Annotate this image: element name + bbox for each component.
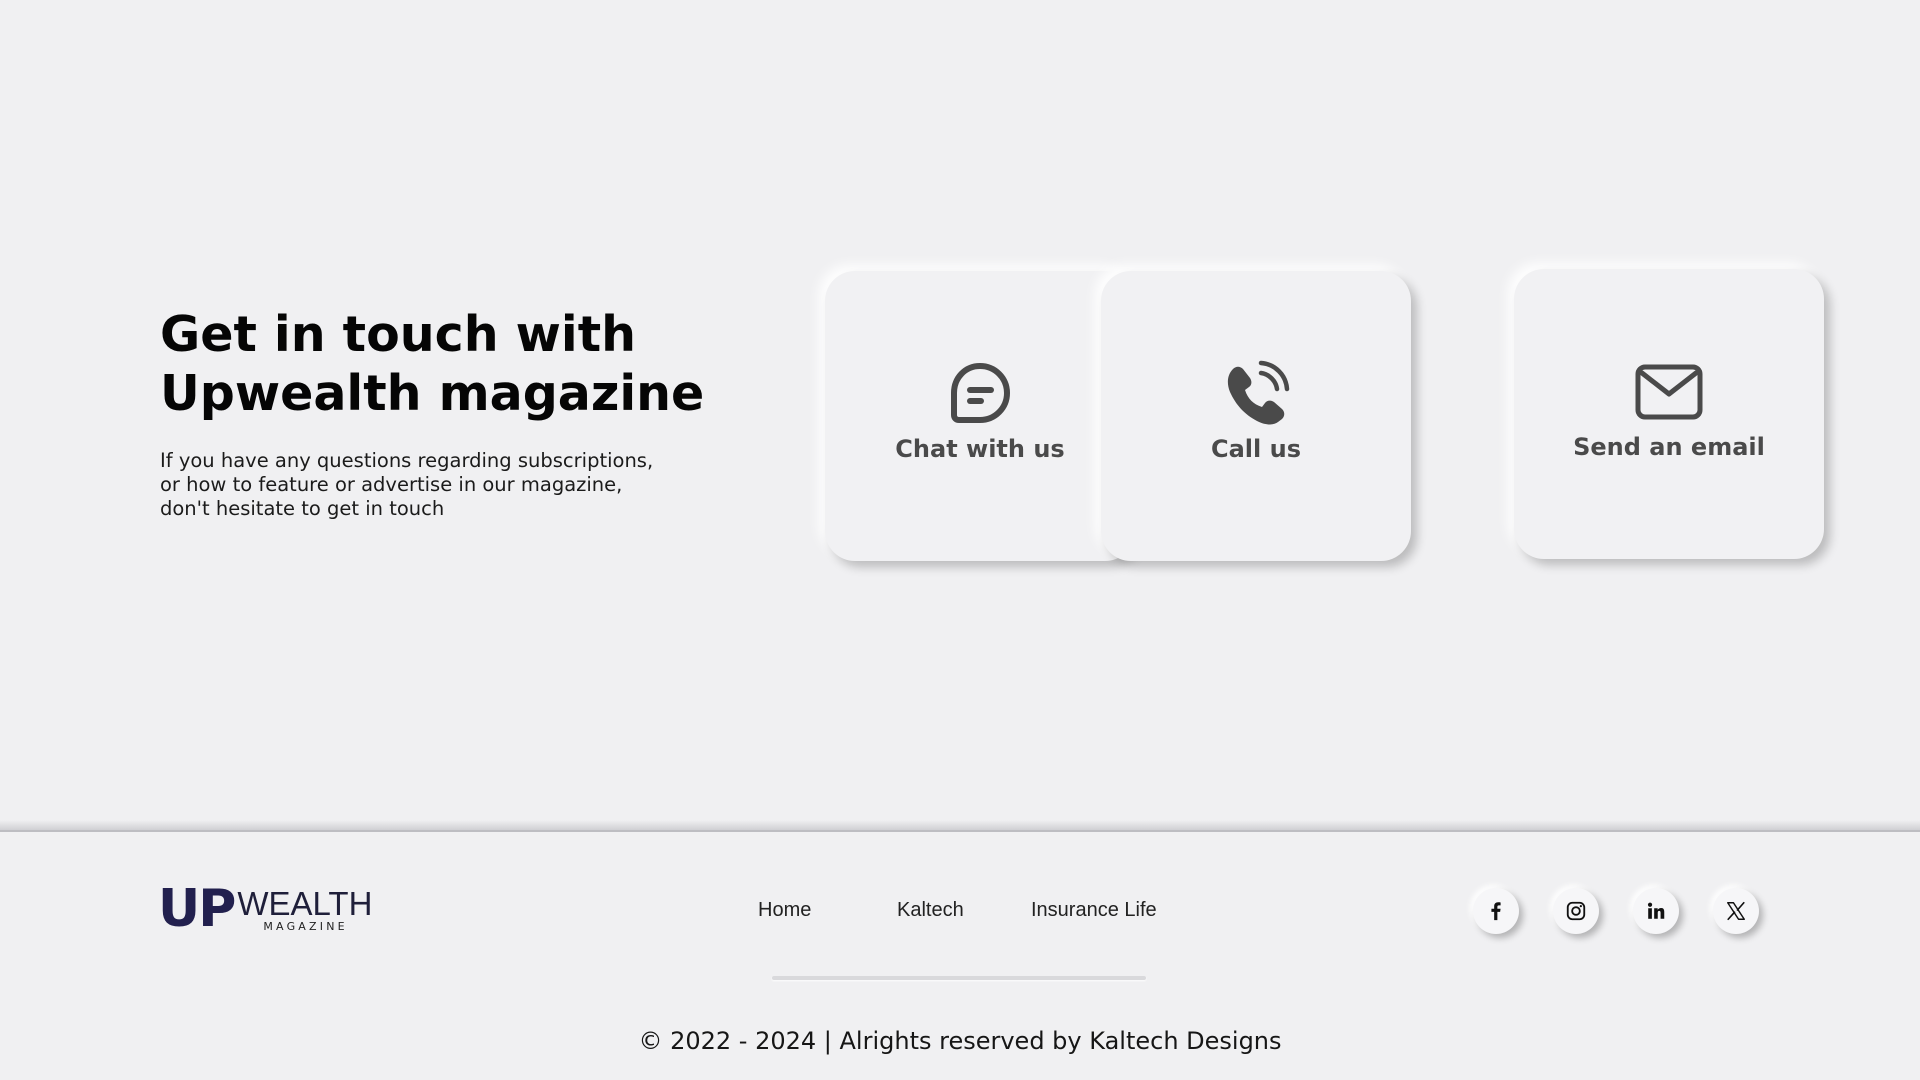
footer-nav-home[interactable]: Home bbox=[758, 899, 811, 922]
call-us-label: Call us bbox=[1211, 435, 1301, 463]
hero-description-line-2: or how to feature or advertise in our ma… bbox=[160, 473, 623, 496]
facebook-icon bbox=[1491, 902, 1501, 921]
chat-bubble-icon bbox=[945, 359, 1015, 429]
page-title-line-1: Get in touch with bbox=[160, 306, 637, 363]
page-title: Get in touch with Upwealth magazine bbox=[160, 305, 720, 423]
phone-icon bbox=[1221, 359, 1291, 429]
x-icon bbox=[1727, 901, 1745, 921]
chat-with-us-label: Chat with us bbox=[895, 435, 1065, 463]
instagram-button[interactable] bbox=[1553, 888, 1599, 934]
logo-tagline: MAGAZINE bbox=[263, 920, 348, 933]
hero-description: If you have any questions regarding subs… bbox=[160, 449, 720, 521]
instagram-icon bbox=[1566, 901, 1586, 921]
footer-nav-insurance-life[interactable]: Insurance Life bbox=[1031, 899, 1157, 922]
x-button[interactable] bbox=[1713, 888, 1759, 934]
copyright-text: © 2022 - 2024 | Alrights reserved by Kal… bbox=[638, 1027, 1282, 1055]
logo-right: WEALTH MAGAZINE bbox=[237, 887, 372, 933]
send-email-card[interactable]: Send an email bbox=[1514, 269, 1824, 559]
hero-description-line-3: don't hesitate to get in touch bbox=[160, 497, 445, 520]
upwealth-logo[interactable]: UP WEALTH MAGAZINE bbox=[158, 879, 372, 939]
linkedin-icon bbox=[1647, 902, 1665, 919]
send-email-label: Send an email bbox=[1573, 433, 1765, 461]
nav-underline bbox=[772, 976, 1146, 980]
page-title-line-2: Upwealth magazine bbox=[160, 365, 705, 422]
hero-description-line-1: If you have any questions regarding subs… bbox=[160, 449, 654, 472]
chat-with-us-card[interactable]: Chat with us bbox=[825, 271, 1135, 561]
call-us-card[interactable]: Call us bbox=[1101, 271, 1411, 561]
footer-divider bbox=[0, 830, 1920, 832]
envelope-icon bbox=[1634, 357, 1704, 427]
logo-wealth-text: WEALTH bbox=[237, 885, 373, 922]
logo-up-text: UP bbox=[158, 879, 236, 939]
footer-nav-kaltech[interactable]: Kaltech bbox=[897, 899, 964, 922]
facebook-button[interactable] bbox=[1473, 888, 1519, 934]
linkedin-button[interactable] bbox=[1633, 888, 1679, 934]
